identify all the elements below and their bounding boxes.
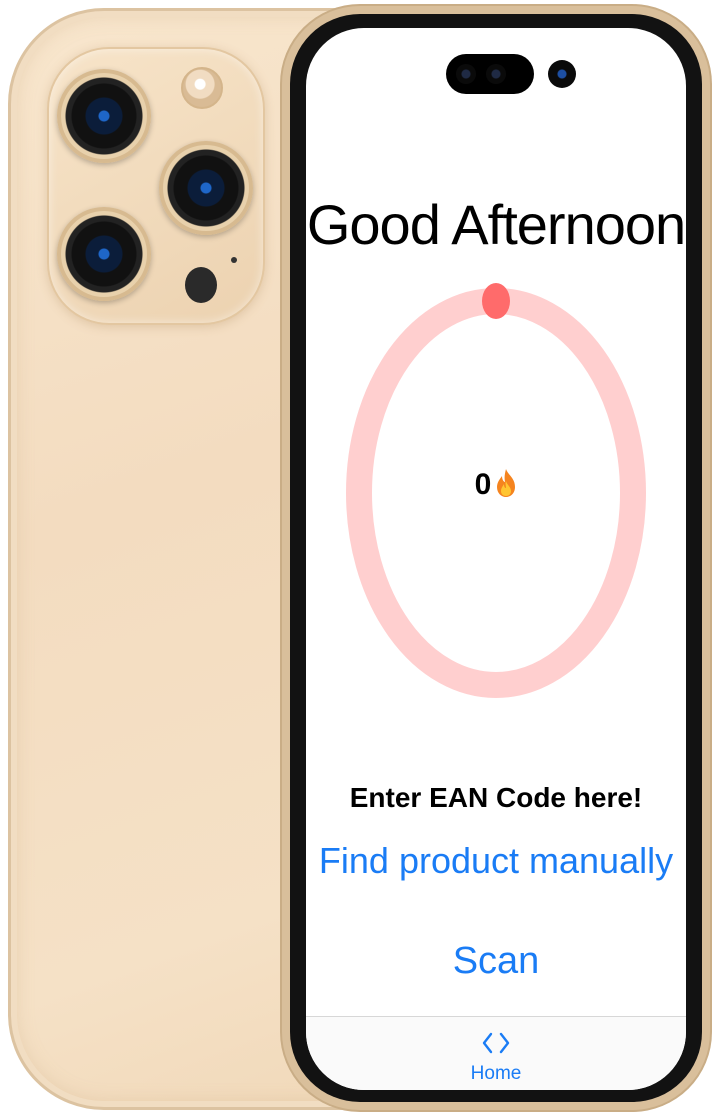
streak-count: 0	[474, 468, 492, 501]
camera-module	[47, 47, 265, 325]
front-camera-icon	[548, 60, 576, 88]
tab-home-label: Home	[470, 1063, 522, 1084]
app-screen: Good Afternoon 0 Enter EAN Code here! Fi…	[306, 28, 686, 1090]
streak-counter: 0	[306, 468, 686, 502]
sensor-icon	[456, 64, 476, 84]
device-mockup: Good Afternoon 0 Enter EAN Code here! Fi…	[0, 0, 712, 1118]
phone-front-frame: Good Afternoon 0 Enter EAN Code here! Fi…	[282, 6, 710, 1110]
find-product-manually-button[interactable]: Find product manually	[306, 840, 686, 882]
camera-lens-icon	[57, 207, 151, 301]
fire-icon	[497, 469, 516, 497]
camera-lens-icon	[159, 141, 253, 235]
ring-progress-indicator	[482, 283, 510, 319]
microphone-icon	[231, 257, 237, 263]
flash-icon	[181, 67, 223, 109]
scan-button[interactable]: Scan	[306, 940, 686, 983]
lidar-sensor-icon	[185, 267, 217, 303]
greeting-title: Good Afternoon	[306, 193, 686, 256]
sensor-icon	[486, 64, 506, 84]
dynamic-island	[446, 54, 534, 94]
code-chevrons-icon	[482, 1032, 510, 1054]
ean-code-label: Enter EAN Code here!	[349, 782, 643, 813]
camera-lens-icon	[57, 69, 151, 163]
tab-bar: Home	[306, 1016, 686, 1090]
phone-bezel: Good Afternoon 0 Enter EAN Code here! Fi…	[290, 14, 702, 1102]
tab-home[interactable]: Home	[456, 1025, 536, 1087]
